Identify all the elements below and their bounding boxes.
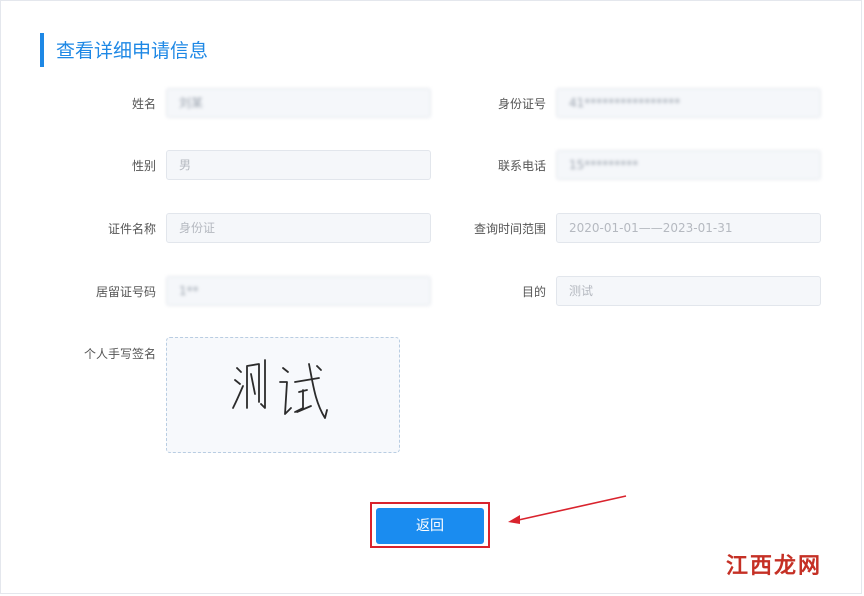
- query-range-field[interactable]: 2020-01-01——2023-01-31: [556, 213, 821, 243]
- label-purpose: 目的: [521, 285, 546, 299]
- label-id-number: 身份证号: [497, 97, 546, 111]
- title-accent-bar: [40, 33, 44, 67]
- id-number-field[interactable]: 41****************: [556, 88, 821, 118]
- label-query-range: 查询时间范围: [473, 222, 546, 236]
- annotation-arrow-icon: [508, 495, 627, 524]
- label-name: 姓名: [131, 97, 156, 111]
- handwritten-signature: [232, 359, 328, 419]
- watermark-logo: 江西龙网: [726, 553, 823, 579]
- name-field[interactable]: 刘某: [166, 88, 431, 118]
- label-id-type: 证件名称: [107, 222, 156, 236]
- label-phone: 联系电话: [497, 159, 546, 173]
- back-button[interactable]: 返回: [376, 508, 484, 544]
- page-title: 查看详细申请信息: [56, 40, 209, 62]
- signature-box: [166, 337, 400, 453]
- id-type-field[interactable]: 身份证: [166, 213, 431, 243]
- purpose-field[interactable]: 测试: [556, 276, 821, 306]
- label-signature: 个人手写签名: [83, 347, 156, 361]
- label-gender: 性别: [131, 159, 156, 173]
- phone-field[interactable]: 15*********: [556, 150, 821, 180]
- residence-permit-field[interactable]: 1**: [166, 276, 431, 306]
- label-residence-permit: 居留证号码: [95, 285, 156, 299]
- gender-field[interactable]: 男: [166, 150, 431, 180]
